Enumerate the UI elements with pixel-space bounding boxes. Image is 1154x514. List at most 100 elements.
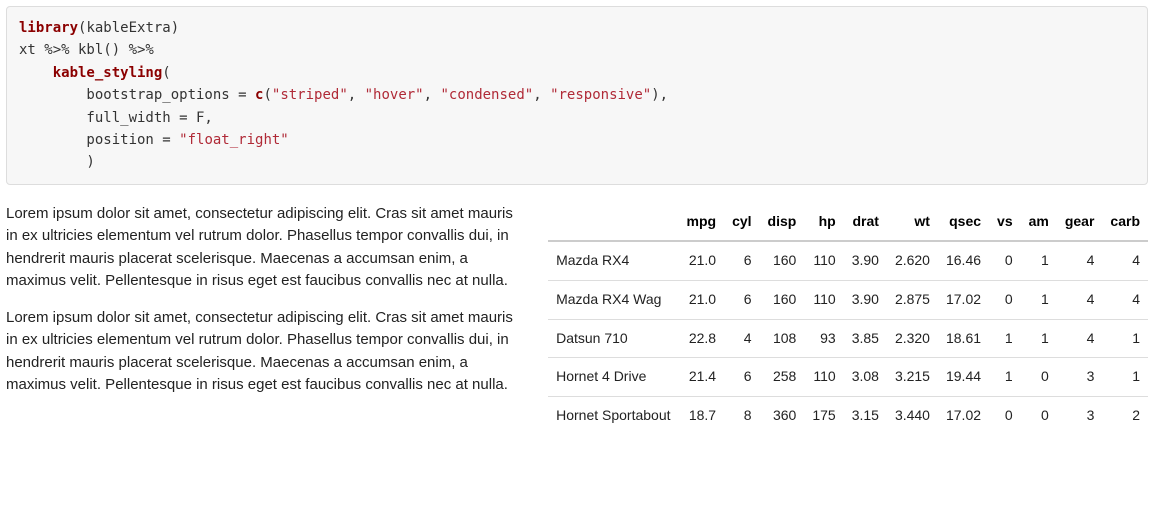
code-text: ( [263,87,271,103]
table-cell: 110 [804,280,843,319]
table-cell: 6 [724,280,759,319]
code-text: (kableExtra) [78,20,179,36]
table-cell: 360 [760,396,805,434]
table-row: Hornet 4 Drive21.462581103.083.21519.441… [548,358,1148,397]
table-cell: 0 [1021,358,1057,397]
code-text: ) [19,154,95,170]
code-block: library(kableExtra) xt %>% kbl() %>% kab… [6,6,1148,185]
code-text: full_width = F, [19,110,213,126]
table-header-cell: wt [887,203,938,242]
table-header: mpgcyldisphpdratwtqsecvsamgearcarb [548,203,1148,242]
code-string: "responsive" [550,87,651,103]
table-cell: 93 [804,319,843,358]
table-header-cell: am [1021,203,1057,242]
table-row: Hornet Sportabout18.783601753.153.44017.… [548,396,1148,434]
table-header-cell: cyl [724,203,759,242]
table-row: Datsun 71022.84108933.852.32018.611141 [548,319,1148,358]
table-header-cell: drat [844,203,887,242]
code-text: bootstrap_options = [19,87,255,103]
table-cell: 1 [989,319,1021,358]
table-row-name: Hornet Sportabout [548,396,678,434]
table-cell: 1 [1021,280,1057,319]
code-text: ), [651,87,668,103]
table-cell: 3.215 [887,358,938,397]
table-cell: 3.440 [887,396,938,434]
table-cell: 4 [1102,280,1148,319]
table-cell: 21.0 [679,280,725,319]
table-cell: 2.320 [887,319,938,358]
table-header-cell: hp [804,203,843,242]
mtcars-table: mpgcyldisphpdratwtqsecvsamgearcarb Mazda… [548,203,1148,435]
table-cell: 3.90 [844,241,887,280]
table-cell: 2.875 [887,280,938,319]
table-cell: 16.46 [938,241,989,280]
table-cell: 110 [804,241,843,280]
table-header-cell: disp [760,203,805,242]
table-cell: 4 [1057,241,1103,280]
table-cell: 3.85 [844,319,887,358]
table-header-cell: vs [989,203,1021,242]
table-cell: 1 [1102,319,1148,358]
table-cell: 17.02 [938,280,989,319]
table-cell: 0 [989,396,1021,434]
code-string: "float_right" [179,132,289,148]
table-cell: 3 [1057,396,1103,434]
table-cell: 3.90 [844,280,887,319]
table-cell: 110 [804,358,843,397]
table-cell: 160 [760,280,805,319]
table-row: Mazda RX4 Wag21.061601103.902.87517.0201… [548,280,1148,319]
table-cell: 22.8 [679,319,725,358]
table-cell: 3 [1057,358,1103,397]
code-text: , [533,87,550,103]
table-cell: 2 [1102,396,1148,434]
table-header-cell: qsec [938,203,989,242]
code-text: , [424,87,441,103]
table-header-cell: carb [1102,203,1148,242]
table-cell: 1 [989,358,1021,397]
table-cell: 4 [724,319,759,358]
table-cell: 21.4 [679,358,725,397]
table-header-row: mpgcyldisphpdratwtqsecvsamgearcarb [548,203,1148,242]
table-cell: 17.02 [938,396,989,434]
table-cell: 0 [989,280,1021,319]
table-cell: 108 [760,319,805,358]
table-cell: 258 [760,358,805,397]
table-cell: 0 [1021,396,1057,434]
table-cell: 1 [1021,241,1057,280]
table-cell: 19.44 [938,358,989,397]
table-body: Mazda RX421.061601103.902.62016.460144Ma… [548,241,1148,434]
table-cell: 18.7 [679,396,725,434]
table-header-cell: gear [1057,203,1103,242]
table-cell: 18.61 [938,319,989,358]
table-cell: 175 [804,396,843,434]
table-cell: 3.08 [844,358,887,397]
code-function: kable_styling [53,65,163,81]
table-row: Mazda RX421.061601103.902.62016.460144 [548,241,1148,280]
code-text [19,65,53,81]
table-cell: 2.620 [887,241,938,280]
code-text: position = [19,132,179,148]
table-cell: 4 [1102,241,1148,280]
table-cell: 4 [1057,319,1103,358]
table-row-name: Mazda RX4 [548,241,678,280]
code-text: , [348,87,365,103]
table-cell: 3.15 [844,396,887,434]
table-cell: 1 [1102,358,1148,397]
code-text: ( [162,65,170,81]
table-cell: 160 [760,241,805,280]
code-string: "striped" [272,87,348,103]
table-header-cell: mpg [679,203,725,242]
table-cell: 6 [724,358,759,397]
table-row-name: Mazda RX4 Wag [548,280,678,319]
table-cell: 8 [724,396,759,434]
table-row-name: Datsun 710 [548,319,678,358]
table-row-name: Hornet 4 Drive [548,358,678,397]
table-cell: 1 [1021,319,1057,358]
code-string: "condensed" [440,87,533,103]
table-cell: 21.0 [679,241,725,280]
content-area: mpgcyldisphpdratwtqsecvsamgearcarb Mazda… [6,203,1148,435]
table-cell: 6 [724,241,759,280]
code-string: "hover" [365,87,424,103]
table-cell: 4 [1057,280,1103,319]
table-cell: 0 [989,241,1021,280]
